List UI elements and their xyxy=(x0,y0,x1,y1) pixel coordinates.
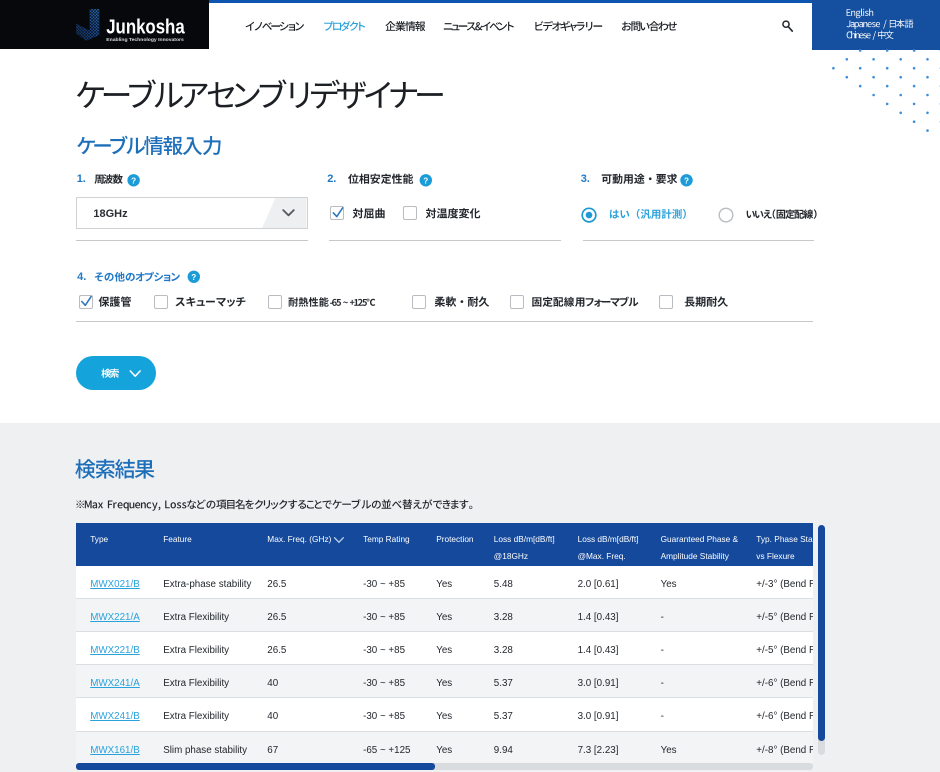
svg-text:?: ? xyxy=(423,176,428,185)
svg-text:?: ? xyxy=(131,176,136,185)
svg-text:?: ? xyxy=(191,273,196,282)
svg-text:?: ? xyxy=(684,176,689,185)
